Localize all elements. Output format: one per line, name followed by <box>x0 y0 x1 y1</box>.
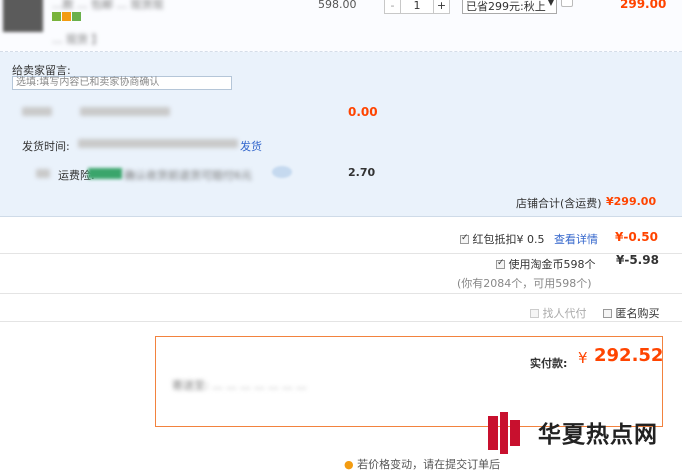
store-total-value: ¥299.00 <box>606 195 657 208</box>
proxy-pay-checkbox[interactable] <box>530 309 539 318</box>
discount-name <box>80 107 170 116</box>
shipping-checkbox-blur <box>36 169 50 178</box>
message-input[interactable]: 选填:填写内容已和卖家协商确认 <box>12 76 232 90</box>
unit-price: 598.00 <box>318 0 357 11</box>
proxy-pay-label: 找人代付 <box>542 307 587 320</box>
promo-select[interactable]: 已省299元:秋上 ▼ <box>462 0 557 14</box>
product-title-line2: ... 现货 】 <box>52 33 103 46</box>
redpacket-label: 红包抵扣¥ 0.5 <box>472 233 545 246</box>
redpacket-detail-link[interactable]: 查看详情 <box>554 233 598 246</box>
discount-value: 0.00 <box>348 105 378 119</box>
shipping-address: 寄送至: ... ... ... ... ... ... ... <box>172 379 307 392</box>
service-badges <box>52 12 81 21</box>
qty-minus-button[interactable]: - <box>385 0 401 13</box>
proxy-pay-row: 找人代付 <box>530 305 587 321</box>
shipping-badge <box>88 168 122 179</box>
divider <box>0 321 682 322</box>
pay-label: 实付款: <box>530 357 568 370</box>
redpacket-value: ¥-0.50 <box>615 230 658 244</box>
badge-icon <box>72 12 81 21</box>
payment-summary-box: 实付款: ¥ 292.52 寄送至: ... ... ... ... ... .… <box>155 336 663 427</box>
product-thumbnail[interactable] <box>3 0 43 32</box>
product-row: ...款 ... 包邮 ... 现货现 ... 现货 】 598.00 - 1 … <box>0 0 682 52</box>
product-title-line1[interactable]: ...款 ... 包邮 ... 现货现 <box>52 0 163 12</box>
product-subtotal: 299.00 <box>620 0 667 11</box>
badge-icon <box>62 12 71 21</box>
badge-icon <box>52 12 61 21</box>
warning-icon: ● <box>344 458 354 471</box>
anonymous-checkbox[interactable] <box>603 309 612 318</box>
coins-note: (你有2084个，可用598个) <box>457 277 592 290</box>
qty-input[interactable]: 1 <box>401 0 433 13</box>
shipping-value: 2.70 <box>348 166 376 179</box>
pay-amount: 292.52 <box>594 345 664 366</box>
anonymous-label: 匿名购买 <box>615 307 660 320</box>
watermark-text: 华夏热点网 <box>538 422 658 448</box>
price-change-text: 若价格变动，请在提交订单后 <box>357 458 501 471</box>
coins-value: ¥-5.98 <box>616 253 659 267</box>
coins-label: 使用淘金币598个 <box>508 258 596 271</box>
redpacket-checkbox[interactable] <box>460 233 469 244</box>
promo-select-value: 已省299元:秋上 <box>466 0 546 13</box>
info-icon[interactable] <box>272 166 292 178</box>
shipping-note: 确认收货前退货可赔付6元 <box>124 169 252 182</box>
qty-plus-button[interactable]: + <box>433 0 449 13</box>
store-total-label: 店铺合计(含运费) <box>516 197 602 210</box>
chevron-down-icon: ▼ <box>547 0 554 7</box>
redpacket-row: 红包抵扣¥ 0.5 查看详情 <box>460 231 598 247</box>
ship-time-link[interactable]: 发货 <box>240 138 262 154</box>
discount-label <box>22 107 52 116</box>
anonymous-row: 匿名购买 <box>603 305 660 321</box>
divider <box>0 293 682 294</box>
message-icon[interactable] <box>561 0 573 7</box>
quantity-stepper[interactable]: - 1 + <box>384 0 450 14</box>
ship-time-detail <box>78 139 238 148</box>
ship-time-label: 发货时间: <box>22 140 70 153</box>
watermark-logo-icon <box>488 412 520 454</box>
coins-row: 使用淘金币598个 <box>496 256 596 272</box>
price-change-notice: ● 若价格变动，请在提交订单后 <box>344 456 500 472</box>
coins-checkbox[interactable] <box>496 258 505 269</box>
pay-currency: ¥ <box>578 349 588 367</box>
divider <box>0 253 682 254</box>
